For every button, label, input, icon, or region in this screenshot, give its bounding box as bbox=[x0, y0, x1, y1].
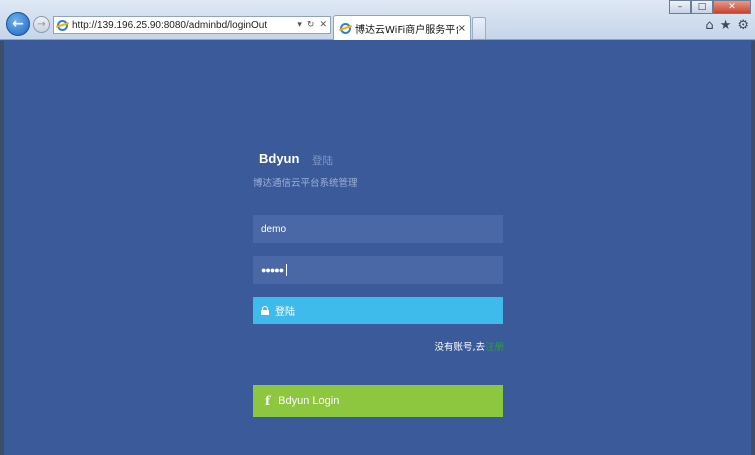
arrow-left-icon: ← bbox=[12, 16, 24, 32]
window-frame-right bbox=[751, 41, 755, 455]
tab-title: 博达云WiFi商户服务平台登... bbox=[355, 24, 458, 36]
back-button[interactable]: ← bbox=[6, 12, 30, 36]
username-input[interactable] bbox=[253, 215, 503, 243]
address-bar-icons: ▾ ↻ ✕ bbox=[297, 20, 327, 30]
password-input[interactable]: ●●●●● bbox=[253, 256, 503, 284]
lock-icon bbox=[261, 306, 269, 315]
new-tab-button[interactable] bbox=[472, 17, 486, 39]
dropdown-icon[interactable]: ▾ bbox=[297, 20, 302, 30]
gear-icon[interactable]: ⚙ bbox=[737, 18, 749, 33]
browser-chrome: ← → http://139.196.25.90:8080/adminbd/lo… bbox=[0, 0, 755, 40]
signup-prompt: 没有账号,去注册 bbox=[434, 339, 504, 353]
arrow-right-icon: → bbox=[37, 19, 46, 30]
star-icon[interactable]: ★ bbox=[720, 18, 732, 33]
minimize-button[interactable]: – bbox=[669, 0, 691, 14]
ie-page-icon bbox=[57, 19, 68, 31]
address-bar[interactable]: http://139.196.25.90:8080/adminbd/loginO… bbox=[53, 16, 331, 34]
browser-toolbar: ⌂ ★ ⚙ bbox=[705, 18, 749, 33]
close-window-button[interactable]: ✕ bbox=[713, 0, 751, 14]
home-icon[interactable]: ⌂ bbox=[705, 18, 713, 33]
bdyun-login-label: Bdyun Login bbox=[278, 395, 340, 407]
window-controls: – □ ✕ bbox=[669, 0, 751, 14]
refresh-icon[interactable]: ↻ bbox=[307, 20, 315, 30]
bdyun-login-button[interactable]: f Bdyun Login bbox=[253, 385, 503, 417]
brand-subtitle: 登陆 bbox=[312, 155, 333, 167]
facebook-icon: f bbox=[265, 394, 271, 408]
system-subtitle: 博达通信云平台系统管理 bbox=[253, 178, 358, 189]
signup-prompt-text: 没有账号,去 bbox=[434, 342, 485, 353]
tab-close-icon[interactable]: × bbox=[458, 23, 466, 34]
url-text[interactable]: http://139.196.25.90:8080/adminbd/loginO… bbox=[72, 20, 297, 31]
signup-link[interactable]: 注册 bbox=[485, 342, 504, 353]
text-cursor bbox=[286, 264, 287, 276]
brand-title: Bdyun bbox=[259, 151, 300, 166]
login-button-label: 登陆 bbox=[275, 307, 295, 318]
ie-tab-icon bbox=[340, 22, 351, 34]
stop-icon[interactable]: ✕ bbox=[319, 20, 327, 30]
tab-active[interactable]: 博达云WiFi商户服务平台登... × bbox=[333, 15, 471, 40]
forward-button[interactable]: → bbox=[33, 16, 50, 33]
maximize-button[interactable]: □ bbox=[691, 0, 713, 14]
login-button[interactable]: 登陆 bbox=[253, 297, 503, 324]
password-dots: ●●●●● bbox=[261, 265, 284, 275]
